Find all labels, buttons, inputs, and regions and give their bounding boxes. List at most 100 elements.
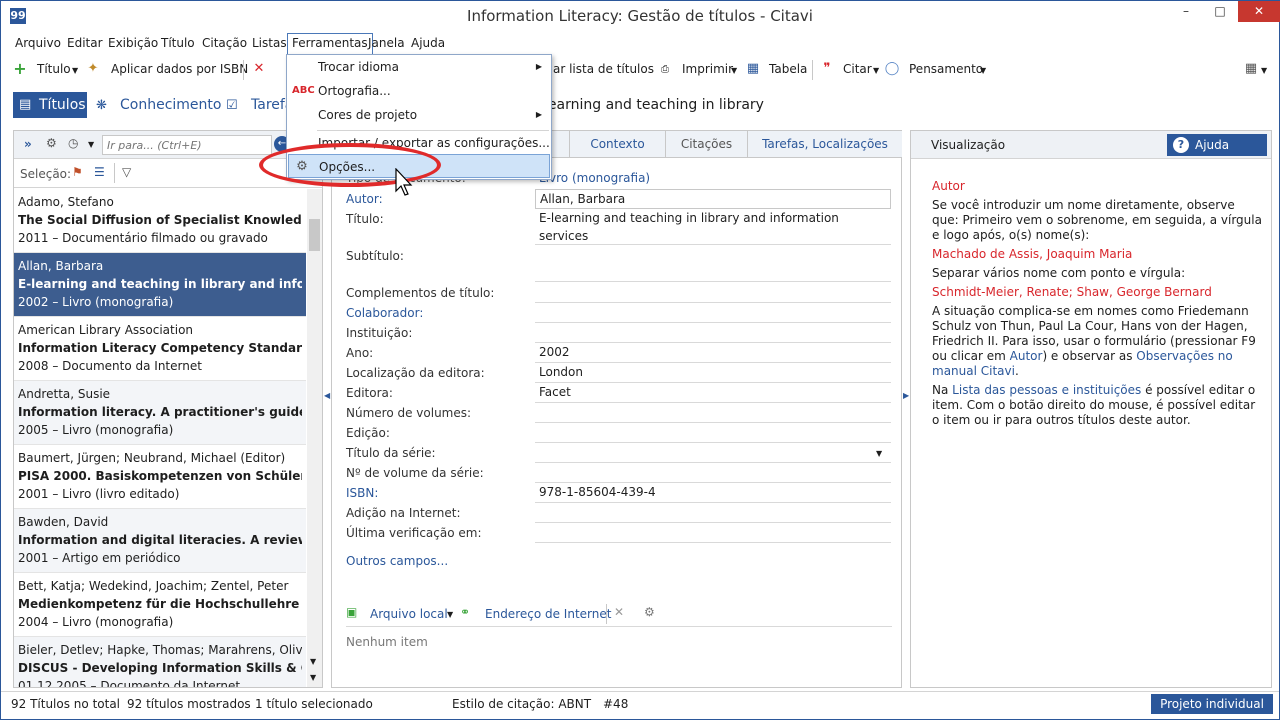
- title-list[interactable]: Adamo, Stefano The Social Diffusion of S…: [14, 189, 306, 687]
- splitter-left-icon[interactable]: ◀: [324, 391, 330, 400]
- menu-editar[interactable]: Editar: [67, 36, 103, 50]
- help-icon: ?: [1173, 137, 1189, 153]
- menu-ajuda[interactable]: Ajuda: [411, 36, 445, 50]
- chevron-down-icon[interactable]: ▼: [88, 140, 94, 149]
- title-bar: 99 Information Literacy: Gestão de títul…: [1, 1, 1280, 32]
- collaborator-field[interactable]: [535, 303, 891, 323]
- publisher-field[interactable]: Facet: [535, 383, 891, 403]
- layout-icon[interactable]: ▦: [1243, 61, 1259, 77]
- scrollbar[interactable]: ▼ ▼: [307, 189, 322, 687]
- toolbar-divider: [812, 60, 813, 80]
- tab-contexto[interactable]: Contexto: [570, 131, 666, 158]
- menu-item-cores-de-projeto[interactable]: Cores de projeto ▶: [288, 103, 550, 127]
- subtitle-field[interactable]: [535, 246, 891, 282]
- tab-tarefas-localizacoes[interactable]: Tarefas, Localizações: [748, 131, 902, 158]
- selection-label: Seleção:: [20, 167, 72, 181]
- scroll-down-icon[interactable]: ▼: [310, 657, 316, 666]
- isbn-field[interactable]: 978-1-85604-439-4: [535, 483, 891, 503]
- menu-listas[interactable]: Listas: [252, 36, 287, 50]
- table-button[interactable]: Tabela: [769, 62, 807, 76]
- list-item[interactable]: Baumert, Jürgen; Neubrand, Michael (Edit…: [14, 445, 306, 509]
- cite-button[interactable]: Citar: [843, 62, 872, 76]
- menu-ferramentas[interactable]: Ferramentas: [287, 33, 373, 54]
- series-dropdown-icon[interactable]: ▼: [876, 449, 882, 458]
- add-link-icon[interactable]: ⚭: [460, 605, 470, 619]
- minimize-button[interactable]: –: [1169, 1, 1203, 22]
- isbn-label[interactable]: ISBN:: [346, 486, 378, 500]
- menu-janela[interactable]: Janela: [368, 36, 405, 50]
- remove-icon[interactable]: ✕: [614, 605, 624, 619]
- list-item[interactable]: Andretta, Susie Information literacy. A …: [14, 381, 306, 445]
- list-item[interactable]: Bieler, Detlev; Hapke, Thomas; Marahrens…: [14, 637, 306, 687]
- internet-address-button[interactable]: Endereço de Internet: [485, 607, 611, 621]
- chevron-down-icon[interactable]: ▼: [980, 66, 986, 75]
- menu-titulo[interactable]: Título: [161, 36, 195, 50]
- author-field[interactable]: Allan, Barbara: [535, 189, 891, 209]
- institution-field[interactable]: [535, 323, 891, 343]
- menu-item-trocar-idioma[interactable]: Trocar idioma ▶: [288, 55, 550, 79]
- add-title-icon[interactable]: +: [12, 61, 28, 77]
- isbn-button[interactable]: Aplicar dados por ISBN: [111, 62, 248, 76]
- quick-help-button[interactable]: ? Ajuda rápida: [1167, 134, 1267, 174]
- list-button[interactable]: ar lista de títulos: [553, 62, 654, 76]
- edition-label: Edição:: [346, 426, 390, 440]
- submenu-arrow-icon: ▶: [535, 110, 542, 119]
- list-item[interactable]: Bett, Katja; Wedekind, Joachim; Zentel, …: [14, 573, 306, 637]
- document-type-value[interactable]: Livro (monografia): [539, 171, 650, 185]
- chevron-down-icon[interactable]: ▼: [72, 66, 78, 75]
- navigation-bar: ▤ Títulos ❋ Conhecimento ☑ Tarefa learni…: [1, 89, 1279, 123]
- publisher-location-field[interactable]: London: [535, 363, 891, 383]
- list-item[interactable]: Adamo, Stefano The Social Diffusion of S…: [14, 189, 306, 253]
- tab-titulos[interactable]: ▤ Títulos: [13, 92, 87, 118]
- gear-icon[interactable]: ⚙: [46, 136, 57, 150]
- help-heading: Autor: [932, 179, 965, 193]
- add-file-icon[interactable]: ▣: [346, 605, 357, 619]
- search-input[interactable]: [102, 135, 272, 155]
- chevron-down-icon[interactable]: ▼: [731, 66, 737, 75]
- series-title-field[interactable]: [535, 443, 891, 463]
- list-item-selected[interactable]: Allan, Barbara E-learning and teaching i…: [14, 253, 306, 317]
- close-button[interactable]: ✕: [1238, 1, 1280, 22]
- menu-citacao[interactable]: Citação: [202, 36, 247, 50]
- delete-icon[interactable]: ✕: [251, 61, 267, 77]
- scroll-end-icon[interactable]: ▼: [310, 673, 316, 682]
- menu-exibicao[interactable]: Exibição: [108, 36, 158, 50]
- title-complements-field[interactable]: [535, 283, 891, 303]
- tab-conhecimento[interactable]: Conhecimento: [120, 97, 221, 113]
- filter-icon[interactable]: ▽: [122, 165, 131, 179]
- list-item[interactable]: American Library Association Information…: [14, 317, 306, 381]
- list-item[interactable]: Bawden, David Information and digital li…: [14, 509, 306, 573]
- chevron-down-icon[interactable]: ▼: [447, 610, 453, 619]
- edition-field[interactable]: [535, 423, 891, 443]
- title-field[interactable]: E-learning and teaching in library and i…: [535, 209, 891, 245]
- splitter-right-icon[interactable]: ▶: [903, 391, 909, 400]
- maximize-button[interactable]: □: [1203, 1, 1237, 22]
- scroll-thumb[interactable]: [309, 219, 320, 251]
- selection-tag-icon[interactable]: ⚑: [72, 165, 83, 179]
- tab-citacoes[interactable]: Citações: [666, 131, 748, 158]
- new-title-button[interactable]: Título: [37, 62, 71, 76]
- persons-list-link[interactable]: Lista das pessoas e instituições: [952, 383, 1141, 397]
- expand-icon[interactable]: »: [24, 137, 32, 151]
- menu-item-ortografia[interactable]: ABC Ortografia...: [288, 79, 550, 103]
- more-fields-link[interactable]: Outros campos...: [346, 554, 448, 568]
- chevron-down-icon[interactable]: ▼: [1261, 66, 1267, 75]
- title-label: Título:: [346, 212, 384, 226]
- books-icon: ▤: [19, 97, 32, 112]
- gear-icon[interactable]: ⚙: [644, 605, 655, 619]
- internet-added-field[interactable]: [535, 503, 891, 523]
- print-button[interactable]: Imprimir: [682, 62, 733, 76]
- volumes-field[interactable]: [535, 403, 891, 423]
- menu-arquivo[interactable]: Arquivo: [15, 36, 61, 50]
- thought-button[interactable]: Pensamento: [909, 62, 983, 76]
- last-check-field[interactable]: [535, 523, 891, 543]
- history-icon[interactable]: ◷: [68, 136, 78, 150]
- year-field[interactable]: 2002: [535, 343, 891, 363]
- series-volume-field[interactable]: [535, 463, 891, 483]
- local-file-button[interactable]: Arquivo local: [370, 607, 448, 621]
- collaborator-label[interactable]: Colaborador:: [346, 306, 423, 320]
- author-label[interactable]: Autor:: [346, 192, 383, 206]
- selection-list-icon[interactable]: ☰: [94, 165, 105, 179]
- chevron-down-icon[interactable]: ▼: [873, 66, 879, 75]
- author-help-link[interactable]: Autor: [1010, 349, 1043, 363]
